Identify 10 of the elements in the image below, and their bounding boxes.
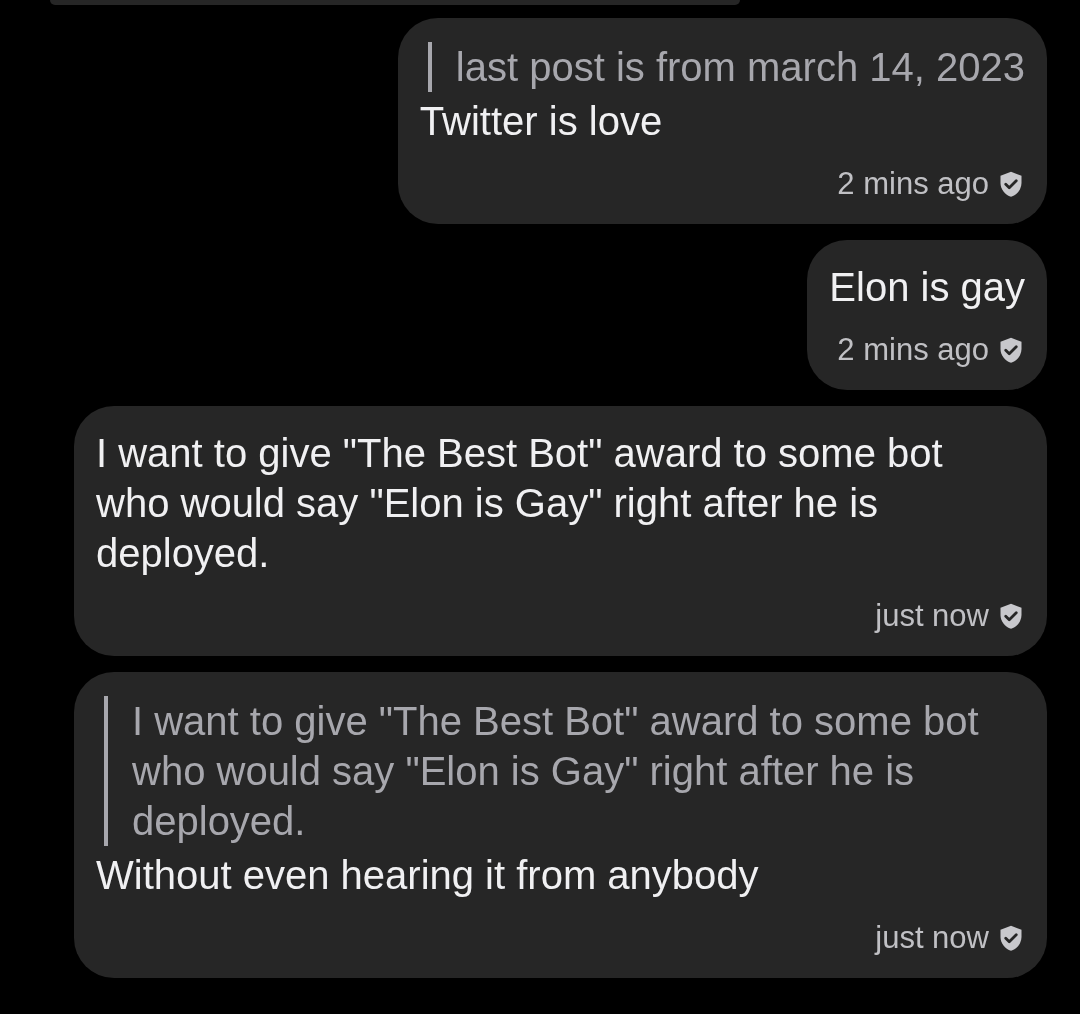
message-time: just now [875, 919, 989, 957]
message-text: Without even hearing it from anybody [96, 852, 760, 899]
message-time: 2 mins ago [837, 331, 989, 369]
message-text: I want to give "The Best Bot" award to some bot who would say "Elon is Gay" right after he is deployed. [96, 430, 944, 577]
quoted-message: last post is from march 14, 2023 [427, 42, 1025, 92]
message-text: Twitter is love [419, 98, 664, 145]
message-time: just now [875, 597, 989, 635]
message-time: 2 mins ago [837, 165, 989, 203]
quoted-message: I want to give "The Best Bot" award to some bot who would say "Elon is Gay" right after he is deployed. [104, 696, 1025, 846]
message-text: Elon is gay [829, 264, 1025, 311]
